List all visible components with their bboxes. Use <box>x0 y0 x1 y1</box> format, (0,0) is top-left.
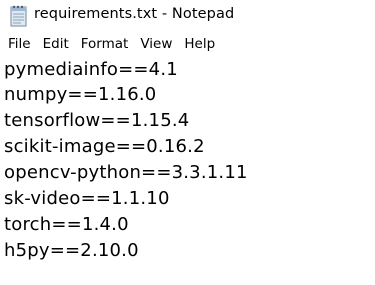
editor-line: numpy==1.16.0 <box>4 84 157 105</box>
editor-line: pymediainfo==4.1 <box>4 59 178 80</box>
editor-line: tensorflow==1.15.4 <box>4 110 190 131</box>
title-bar[interactable]: requirements.txt - Notepad <box>0 0 375 32</box>
editor-line: opencv-python==3.3.1.11 <box>4 162 248 183</box>
menu-format[interactable]: Format <box>75 33 135 56</box>
menu-file[interactable]: File <box>2 33 37 56</box>
text-editor-area[interactable]: pymediainfo==4.1 numpy==1.16.0 tensorflo… <box>0 58 375 285</box>
editor-line: scikit-image==0.16.2 <box>4 136 205 157</box>
menu-bar: File Edit Format View Help <box>0 33 375 56</box>
window-title: requirements.txt - Notepad <box>34 6 235 22</box>
notepad-icon <box>9 4 29 28</box>
editor-line: h5py==2.10.0 <box>4 240 139 261</box>
menu-edit[interactable]: Edit <box>37 33 75 56</box>
editor-line: torch==1.4.0 <box>4 214 129 235</box>
notepad-window: requirements.txt - Notepad File Edit For… <box>0 0 375 285</box>
editor-line: sk-video==1.1.10 <box>4 188 170 209</box>
menu-view[interactable]: View <box>134 33 178 56</box>
menu-help[interactable]: Help <box>178 33 221 56</box>
